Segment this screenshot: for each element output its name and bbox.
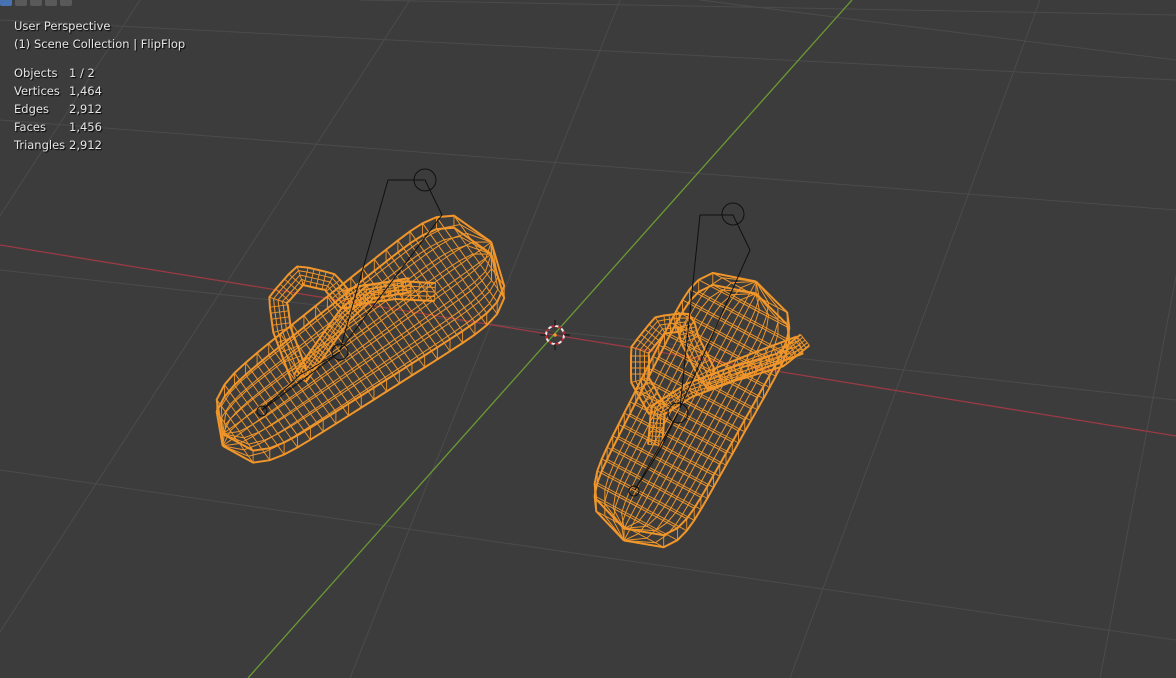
x-axis-line <box>0 244 1176 437</box>
viewport-info: User Perspective (1) Scene Collection | … <box>14 17 185 53</box>
flipflop-left-sole <box>215 214 506 464</box>
stat-value: 1,464 <box>69 84 102 98</box>
stat-label: Triangles <box>14 138 66 152</box>
stat-label: Edges <box>14 102 49 116</box>
flipflop-left[interactable] <box>215 214 506 464</box>
flipflop-right-strap <box>630 312 811 447</box>
stat-label: Faces <box>14 120 46 134</box>
stat-value: 2,912 <box>69 138 102 152</box>
view-name: User Perspective <box>14 19 111 33</box>
scene-statistics: Objects 1 / 2 Vertices 1,464 Edges 2,912… <box>14 64 102 154</box>
floor-grid <box>0 0 1176 678</box>
collection-info: (1) Scene Collection | FlipFlop <box>14 37 186 51</box>
select-extend-icon[interactable] <box>30 0 42 6</box>
stat-row-objects: Objects 1 / 2 <box>14 64 102 82</box>
select-mode-icon[interactable] <box>15 0 27 6</box>
stat-value: 1,456 <box>69 120 102 134</box>
stat-row-vertices: Vertices 1,464 <box>14 82 102 100</box>
stat-row-triangles: Triangles 2,912 <box>14 136 102 154</box>
3d-viewport[interactable]: User Perspective (1) Scene Collection | … <box>0 0 1176 678</box>
stat-label: Objects <box>14 66 58 80</box>
stat-label: Vertices <box>14 84 60 98</box>
select-box-icon[interactable] <box>0 0 12 6</box>
stat-value: 1 / 2 <box>69 66 95 80</box>
flipflop-right[interactable] <box>593 271 811 549</box>
stat-value: 2,912 <box>69 102 102 116</box>
select-intersect-icon[interactable] <box>60 0 72 6</box>
select-subtract-icon[interactable] <box>45 0 57 6</box>
y-axis-line <box>247 0 853 678</box>
stat-row-edges: Edges 2,912 <box>14 100 102 118</box>
viewport-canvas[interactable] <box>0 0 1176 678</box>
flipflop-right-sole <box>593 271 791 549</box>
select-mode-toolbar[interactable] <box>0 0 72 6</box>
stat-row-faces: Faces 1,456 <box>14 118 102 136</box>
